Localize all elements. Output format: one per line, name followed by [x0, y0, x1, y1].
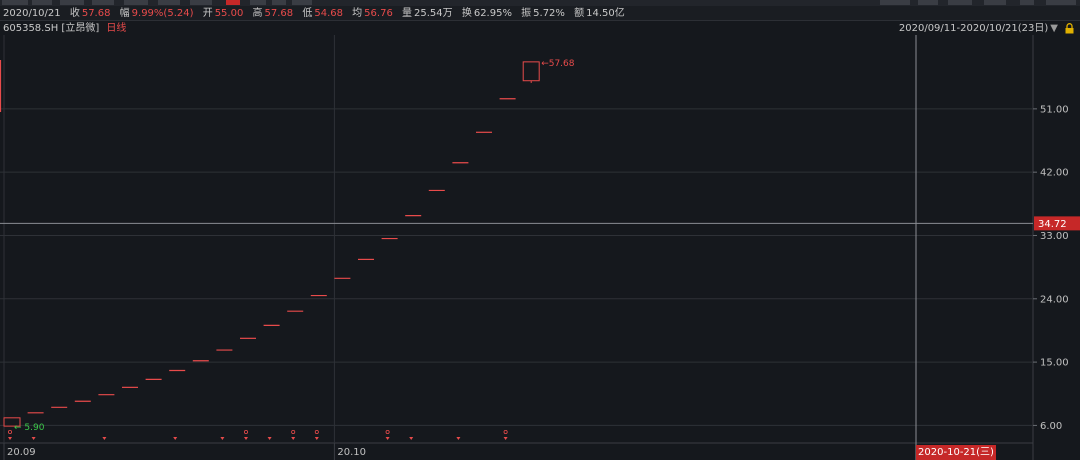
event-marker-arrow[interactable] [385, 437, 390, 440]
y-tick-label: 42.00 [1040, 168, 1069, 179]
event-marker-arrow[interactable] [244, 437, 248, 440]
event-marker-arrow[interactable] [503, 437, 508, 440]
event-marker[interactable] [314, 429, 319, 434]
event-marker-arrow[interactable] [267, 437, 272, 440]
max-price-label: ←57.68 [541, 59, 575, 69]
event-marker-arrow[interactable] [291, 437, 296, 440]
cursor-date-badge: 2020-10-21(三) [916, 445, 996, 460]
x-tick-label: 20.09 [7, 447, 36, 458]
event-marker[interactable] [291, 429, 296, 434]
y-tick-label: 51.00 [1040, 104, 1069, 115]
event-marker-arrow[interactable] [409, 437, 414, 440]
event-marker-arrow[interactable] [314, 437, 319, 440]
event-marker-arrow[interactable] [220, 437, 225, 440]
candle[interactable] [522, 61, 540, 82]
event-marker[interactable] [243, 429, 248, 434]
event-marker-arrow[interactable] [102, 437, 107, 440]
y-tick-label: 24.00 [1040, 294, 1069, 305]
event-marker[interactable] [385, 429, 390, 434]
y-tick-label: 33.00 [1040, 231, 1069, 242]
event-marker[interactable] [7, 429, 12, 434]
current-price-label: 34.72 [1038, 219, 1067, 230]
x-tick-label: 20.10 [337, 447, 366, 458]
min-price-label: ← 5.90 [14, 423, 45, 433]
kline-chart[interactable]: 6.00 15.00 24.00 33.00 42.00 51.00 20.09 20.10 3… [0, 0, 1080, 460]
event-marker-arrow[interactable] [31, 437, 36, 440]
event-marker-arrow[interactable] [173, 437, 178, 440]
y-tick-label: 15.00 [1040, 358, 1069, 369]
event-marker-arrow[interactable] [456, 437, 461, 440]
event-marker[interactable] [503, 429, 508, 434]
event-marker-arrow[interactable] [8, 437, 12, 440]
y-tick-label: 6.00 [1040, 421, 1062, 432]
